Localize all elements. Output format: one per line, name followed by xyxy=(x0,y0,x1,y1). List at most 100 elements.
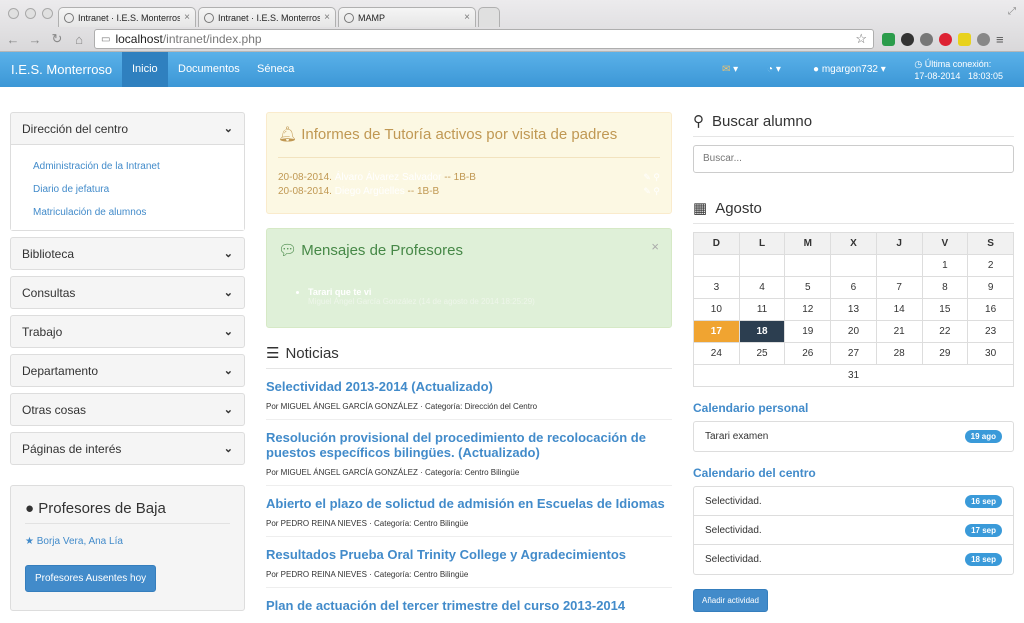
calendar-day[interactable]: 29 xyxy=(921,342,969,365)
mail-dropdown[interactable]: ✉ ▾ xyxy=(722,52,738,87)
browser-tab[interactable]: Intranet · I.E.S. Monterroso × xyxy=(58,7,196,27)
nav-inicio[interactable]: Inicio xyxy=(122,52,168,87)
news-title-link[interactable]: Selectividad 2013-2014 (Actualizado) xyxy=(266,379,672,394)
event-item[interactable]: Selectividad. 16 sep xyxy=(694,487,1013,516)
tutoria-row[interactable]: 20-08-2014. Álvaro Álvarez Salvador -- 1… xyxy=(278,172,660,183)
calendar-day[interactable]: 27 xyxy=(830,342,877,365)
tutoria-row[interactable]: 20-08-2014. Diego Argüelles -- 1B-B ✎ ⚲ xyxy=(278,186,660,197)
sidebar-link-matriculacion[interactable]: Matriculación de alumnos xyxy=(11,201,244,224)
home-icon[interactable]: ⌂ xyxy=(72,32,86,47)
calendar-day[interactable]: 1 xyxy=(921,254,969,277)
calendar-day[interactable]: 30 xyxy=(967,342,1014,365)
sidebar-link-diario[interactable]: Diario de jefatura xyxy=(11,178,244,201)
event-item[interactable]: Tarari examen 19 ago xyxy=(694,422,1013,451)
close-icon[interactable]: × xyxy=(651,239,659,254)
news-title-link[interactable]: Resolución provisional del procedimiento… xyxy=(266,430,672,460)
accordion-paginas-interes[interactable]: Páginas de interés ⌄ xyxy=(10,432,245,465)
close-tab-icon[interactable]: × xyxy=(184,12,190,23)
calendar-day[interactable]: 16 xyxy=(967,298,1014,321)
news-title-link[interactable]: Resultados Prueba Oral Trinity College y… xyxy=(266,547,672,562)
page-icon: ▭ xyxy=(101,33,111,45)
add-activity-button[interactable]: Añadir actividad xyxy=(693,589,768,612)
browser-tab[interactable]: Intranet · I.E.S. Monterroso × xyxy=(198,7,336,27)
nav-seneca[interactable]: Séneca xyxy=(247,52,304,87)
panel-title: ● Profesores de Baja xyxy=(25,500,230,524)
back-icon[interactable]: ← xyxy=(6,32,20,47)
calendar-day[interactable]: 17 xyxy=(693,320,740,343)
mensaje-item[interactable]: Tarari que te vi xyxy=(308,287,660,297)
calendar-day[interactable]: 24 xyxy=(693,342,740,365)
calendar-icon: ▦ xyxy=(693,200,708,217)
calendar-day[interactable]: 31 xyxy=(693,364,1014,387)
opera-extension-icon[interactable] xyxy=(939,32,952,46)
event-name: Selectividad. xyxy=(705,554,762,565)
abp-extension-icon[interactable] xyxy=(920,32,933,46)
edit-icon[interactable]: ✎ ⚲ xyxy=(643,172,660,183)
calendar-day[interactable]: 26 xyxy=(784,342,832,365)
extension-icon[interactable] xyxy=(977,32,990,46)
drive-extension-icon[interactable] xyxy=(882,32,895,46)
bookmark-star-icon[interactable]: ☆ xyxy=(855,31,867,47)
baja-names[interactable]: ★ Borja Vera, Ana Lía xyxy=(25,536,230,547)
address-bar[interactable]: ▭ localhost/intranet/index.php ☆ xyxy=(94,29,874,49)
user-dropdown[interactable]: ● mgargon732 ▾ xyxy=(813,52,886,87)
reload-icon[interactable]: ↻ xyxy=(50,31,64,47)
calendar-day[interactable]: 15 xyxy=(921,298,969,321)
calendar-day[interactable]: 28 xyxy=(875,342,923,365)
calendar-day[interactable]: 8 xyxy=(921,276,969,299)
close-tab-icon[interactable]: × xyxy=(324,12,330,23)
calendar-day[interactable]: 2 xyxy=(967,254,1014,277)
calendario-centro-title[interactable]: Calendario del centro xyxy=(693,466,1014,480)
brand-link[interactable]: I.E.S. Monterroso xyxy=(11,62,112,77)
accordion-departamento[interactable]: Departamento ⌄ xyxy=(10,354,245,387)
calendar-day[interactable]: 6 xyxy=(830,276,877,299)
new-tab-button[interactable] xyxy=(478,7,500,27)
sidebar-link-administracion[interactable]: Administración de la Intranet xyxy=(11,155,244,178)
calendar-day[interactable]: 3 xyxy=(693,276,740,299)
news-item: Resultados Prueba Oral Trinity College y… xyxy=(266,537,672,588)
news-title-link[interactable]: Plan de actuación del tercer trimestre d… xyxy=(266,598,672,613)
rss-dropdown[interactable]: ◔ ▾ xyxy=(767,52,781,87)
search-input[interactable]: Buscar... xyxy=(693,145,1014,173)
calendar-day[interactable]: 11 xyxy=(738,298,786,321)
calendar-week: 31 xyxy=(693,364,1014,387)
calendar-day[interactable]: 7 xyxy=(875,276,923,299)
browser-tab[interactable]: MAMP × xyxy=(338,7,476,27)
menu-icon[interactable]: ≡ xyxy=(996,32,1004,47)
calendar-day[interactable]: 4 xyxy=(738,276,786,299)
nav-documentos[interactable]: Documentos xyxy=(168,52,250,87)
fullscreen-icon[interactable]: ⤢ xyxy=(1008,6,1016,17)
calendar-day[interactable]: 10 xyxy=(693,298,740,321)
calendario-personal-title[interactable]: Calendario personal xyxy=(693,401,1014,415)
calendar-day[interactable]: 19 xyxy=(784,320,832,343)
accordion-biblioteca[interactable]: Biblioteca ⌄ xyxy=(10,237,245,270)
accordion-consultas[interactable]: Consultas ⌄ xyxy=(10,276,245,309)
close-tab-icon[interactable]: × xyxy=(464,12,470,23)
calendar-day[interactable]: 14 xyxy=(875,298,923,321)
profesores-ausentes-button[interactable]: Profesores Ausentes hoy xyxy=(25,565,157,592)
news-title-link[interactable]: Abierto el plazo de solictud de admisión… xyxy=(266,496,672,511)
calendar-day[interactable]: 13 xyxy=(830,298,877,321)
edit-icon[interactable]: ✎ ⚲ xyxy=(643,186,660,197)
weekday-header: J xyxy=(875,232,923,255)
minimize-window-button[interactable] xyxy=(25,8,36,19)
calendar-day[interactable]: 23 xyxy=(967,320,1014,343)
calendar-day[interactable]: 25 xyxy=(738,342,786,365)
extension-icon[interactable] xyxy=(958,32,971,46)
zoom-window-button[interactable] xyxy=(42,8,53,19)
event-item[interactable]: Selectividad. 18 sep xyxy=(694,545,1013,574)
accordion-header[interactable]: Dirección del centro ⌄ xyxy=(11,113,244,144)
calendar-day[interactable]: 21 xyxy=(875,320,923,343)
calendar-day[interactable]: 12 xyxy=(784,298,832,321)
event-item[interactable]: Selectividad. 17 sep xyxy=(694,516,1013,545)
extension-icon[interactable] xyxy=(901,32,914,46)
calendar-day[interactable]: 5 xyxy=(784,276,832,299)
accordion-trabajo[interactable]: Trabajo ⌄ xyxy=(10,315,245,348)
forward-icon[interactable]: → xyxy=(28,32,42,47)
calendar-day[interactable]: 20 xyxy=(830,320,877,343)
calendar-day[interactable]: 9 xyxy=(967,276,1014,299)
calendar-day[interactable]: 18 xyxy=(738,320,786,343)
accordion-otras-cosas[interactable]: Otras cosas ⌄ xyxy=(10,393,245,426)
calendar-day[interactable]: 22 xyxy=(921,320,969,343)
close-window-button[interactable] xyxy=(8,8,19,19)
